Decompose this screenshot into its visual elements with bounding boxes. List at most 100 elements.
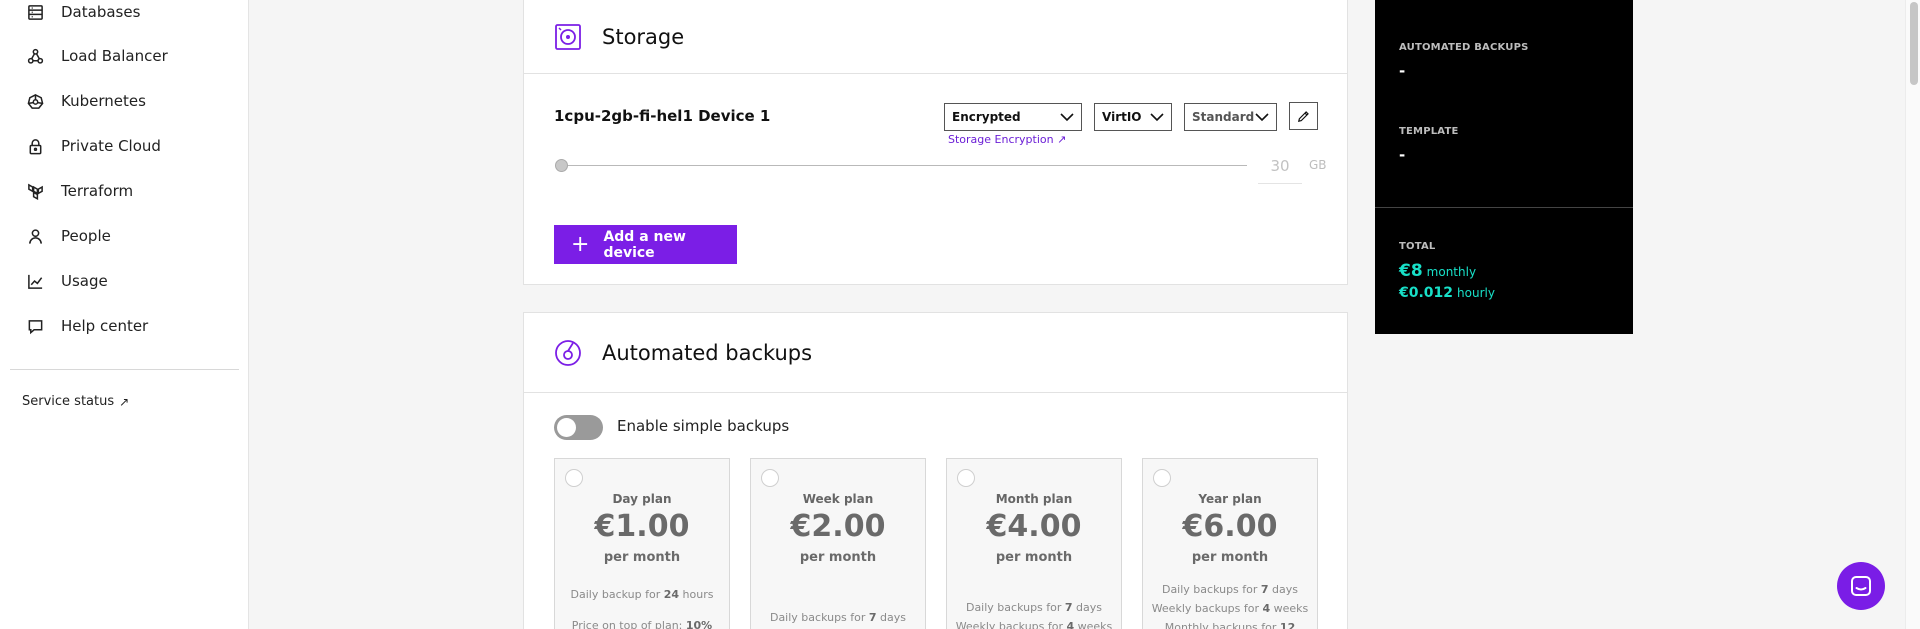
sidebar-item-databases[interactable]: Databases (26, 0, 140, 27)
backup-icon (555, 339, 581, 366)
storage-title: Storage (602, 24, 685, 49)
plan-name: Day plan (612, 492, 672, 506)
plan-price: €4.00 (986, 509, 1082, 544)
chevron-down-icon (1255, 112, 1269, 121)
storage-size-unit: GB (1309, 158, 1327, 172)
backup-plan-day[interactable]: Day plan €1.00 per month Daily backup fo… (554, 458, 730, 629)
sidebar-item-label: Terraform (61, 182, 134, 200)
chat-bubble-icon (26, 317, 44, 335)
summary-divider (1375, 207, 1633, 208)
total-label: TOTAL (1399, 241, 1436, 252)
sidebar-divider (10, 369, 239, 370)
plus-icon: + (571, 231, 590, 257)
external-link-icon: ↗ (1057, 133, 1067, 146)
sidebar-item-label: Kubernetes (61, 92, 146, 110)
hourly-price: €0.012 hourly (1399, 285, 1495, 301)
service-status-link[interactable]: Service status ↗ (22, 394, 129, 409)
plan-detail: Daily backups for 7 days (1161, 583, 1299, 596)
storage-card: Storage 1cpu-2gb-fi-hel1 Device 1 Encryp… (523, 0, 1348, 285)
automated-backups-summary-value: - (1399, 62, 1406, 80)
monthly-amount: €8 (1399, 261, 1423, 281)
backup-plan-week[interactable]: Week plan €2.00 per month Daily backups … (750, 458, 926, 629)
lock-icon (26, 137, 44, 155)
database-icon (26, 3, 44, 21)
device-name: 1cpu-2gb-fi-hel1 Device 1 (554, 107, 771, 125)
sidebar-item-private-cloud[interactable]: Private Cloud (26, 131, 161, 161)
order-summary-panel: AUTOMATED BACKUPS - TEMPLATE - TOTAL €8 … (1375, 0, 1633, 334)
storage-tier-select[interactable]: Standard (1184, 103, 1277, 131)
person-icon (26, 227, 44, 245)
automated-backups-summary-label: AUTOMATED BACKUPS (1399, 42, 1529, 53)
chevron-down-icon (1060, 112, 1074, 121)
sidebar-item-label: Load Balancer (61, 47, 168, 65)
sidebar-item-label: Private Cloud (61, 137, 161, 155)
plan-price: €6.00 (1182, 509, 1278, 544)
plan-detail: Daily backup for 24 hours (570, 588, 714, 601)
plan-name: Week plan (802, 492, 874, 506)
plan-detail: Weekly backups for 4 weeks (1151, 602, 1309, 615)
storage-encryption-link-label: Storage Encryption (948, 133, 1054, 146)
plan-detail: Price on top of plan: 10% (571, 619, 713, 629)
storage-encryption-link[interactable]: Storage Encryption ↗ (948, 133, 1066, 146)
pencil-icon (1297, 110, 1309, 122)
plan-period: per month (1191, 550, 1269, 565)
sidebar-item-kubernetes[interactable]: Kubernetes (26, 86, 146, 116)
simple-backups-label: Enable simple backups (617, 417, 790, 435)
sidebar-item-help-center[interactable]: Help center (26, 311, 148, 341)
toggle-knob (557, 418, 576, 437)
load-balancer-icon (26, 47, 44, 65)
sidebar-item-usage[interactable]: Usage (26, 266, 108, 296)
add-device-button[interactable]: + Add a new device (554, 225, 737, 264)
chat-icon (1851, 576, 1871, 596)
backups-header: Automated backups (524, 313, 1347, 393)
controller-select-value: VirtIO (1102, 110, 1142, 124)
add-device-label: Add a new device (603, 228, 686, 261)
controller-select[interactable]: VirtIO (1094, 103, 1172, 131)
plan-name: Year plan (1198, 492, 1262, 506)
sidebar-item-people[interactable]: People (26, 221, 111, 251)
sidebar-item-label: Usage (61, 272, 108, 290)
encryption-select[interactable]: Encrypted (944, 103, 1082, 131)
template-summary-label: TEMPLATE (1399, 126, 1459, 137)
plan-radio[interactable] (957, 469, 975, 487)
plan-detail: Monthly backups for 12 (1164, 621, 1296, 629)
plan-period: per month (603, 550, 681, 565)
chat-launcher-button[interactable] (1837, 562, 1885, 610)
plan-period: per month (799, 550, 877, 565)
encryption-select-value: Encrypted (952, 110, 1021, 124)
sidebar-item-label: Databases (61, 3, 141, 21)
simple-backups-toggle[interactable] (554, 415, 603, 440)
backup-plan-month[interactable]: Month plan €4.00 per month Daily backups… (946, 458, 1122, 629)
plan-detail: Daily backups for 7 days (769, 611, 907, 624)
terraform-icon (26, 182, 44, 200)
storage-size-slider-track[interactable] (559, 165, 1247, 166)
scrollbar-thumb[interactable] (1910, 2, 1918, 85)
plan-price: €2.00 (790, 509, 886, 544)
storage-icon (555, 23, 581, 50)
chevron-down-icon (1150, 112, 1164, 121)
service-status-label: Service status (22, 394, 115, 409)
chart-icon (26, 272, 44, 290)
sidebar-item-load-balancer[interactable]: Load Balancer (26, 41, 168, 71)
plan-radio[interactable] (1153, 469, 1171, 487)
storage-tier-select-value: Standard (1192, 110, 1255, 124)
backups-title: Automated backups (602, 340, 813, 365)
template-summary-value: - (1399, 146, 1406, 164)
plan-detail: Daily backups for 7 days (965, 601, 1103, 614)
hourly-amount: €0.012 (1399, 285, 1454, 301)
page-scrollbar[interactable] (1905, 0, 1920, 629)
plan-radio[interactable] (565, 469, 583, 487)
storage-size-slider-handle[interactable] (555, 159, 568, 172)
kubernetes-icon (26, 92, 44, 110)
backup-plan-year[interactable]: Year plan €6.00 per month Daily backups … (1142, 458, 1318, 629)
sidebar-item-label: People (61, 227, 111, 245)
plan-name: Month plan (995, 492, 1073, 506)
sidebar-item-terraform[interactable]: Terraform (26, 176, 133, 206)
storage-size-input[interactable]: 30 (1258, 150, 1302, 184)
edit-device-button[interactable] (1289, 102, 1318, 130)
sidebar-item-label: Help center (61, 317, 149, 335)
plan-radio[interactable] (761, 469, 779, 487)
plan-period: per month (995, 550, 1073, 565)
automated-backups-card: Automated backups Enable simple backups … (523, 312, 1348, 629)
storage-header: Storage (524, 0, 1347, 74)
